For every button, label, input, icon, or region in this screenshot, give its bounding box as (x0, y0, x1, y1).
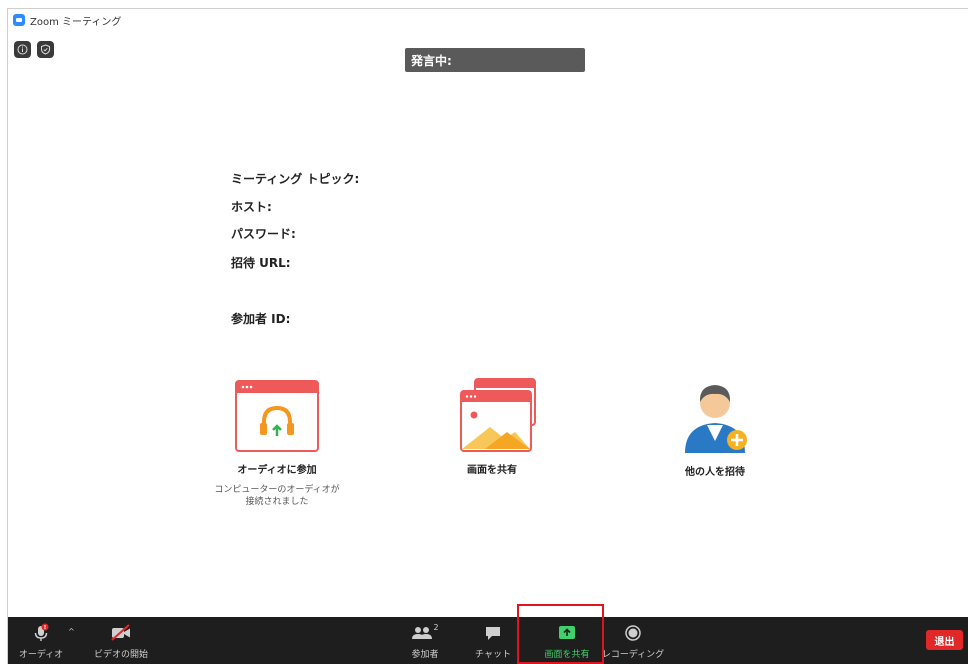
invite-person-icon (685, 385, 747, 453)
start-video-button[interactable]: ビデオの開始 (86, 617, 156, 664)
participants-icon-group: 2 (411, 623, 439, 643)
record-button[interactable]: レコーディング (598, 617, 668, 664)
zoom-meeting-window: Zoom ミーティング 発言中: ミーティング トピック: ホスト: パスワード… (7, 8, 968, 664)
headphones-icon (235, 380, 319, 452)
share-screen-icon (460, 378, 536, 452)
invite-url-label: 招待 URL: (231, 256, 291, 270)
video-off-icon (111, 624, 130, 641)
participants-label: 参加者 (411, 650, 439, 660)
meeting-toolbar: オーディオ ^ ビデオの開始 2 参加者 チャット 画面を共有 レコーディング … (8, 617, 968, 664)
host-label: ホスト: (231, 200, 272, 214)
start-video-label: ビデオの開始 (93, 650, 148, 660)
participants-count: 2 (433, 623, 439, 632)
invite-action[interactable]: 他の人を招待 (660, 375, 770, 478)
audio-label: オーディオ (18, 650, 64, 660)
participants-button[interactable]: 2 参加者 (403, 617, 447, 664)
join-audio-label: オーディオに参加 (237, 465, 317, 476)
record-icon (625, 625, 641, 641)
share-screen-label: 画面を共有 (467, 465, 517, 476)
share-screen-action[interactable]: 画面を共有 (432, 377, 552, 476)
zoom-logo-icon (13, 14, 25, 26)
record-label: レコーディング (601, 650, 665, 660)
join-audio-action[interactable]: オーディオに参加 コンピューターのオーディオが 接続されました (207, 379, 347, 508)
audio-status-line-2: 接続されました (245, 497, 309, 507)
shield-icon[interactable] (37, 41, 54, 58)
speaking-banner: 発言中: (405, 48, 585, 72)
invite-label: 他の人を招待 (685, 467, 745, 478)
audio-options-caret-icon[interactable]: ^ (68, 627, 75, 636)
meeting-topic-label: ミーティング トピック: (231, 172, 360, 186)
microphone-icon (34, 623, 49, 641)
chat-button[interactable]: チャット (473, 617, 513, 664)
top-icon-group (14, 41, 54, 58)
info-icon[interactable] (14, 41, 31, 58)
leave-meeting-button[interactable]: 退出 (926, 630, 963, 650)
title-bar: Zoom ミーティング (8, 9, 968, 31)
password-label: パスワード: (231, 227, 296, 241)
audio-button[interactable]: オーディオ (16, 617, 66, 664)
chat-icon (486, 627, 500, 640)
audio-status-line-1: コンピューターのオーディオが (214, 485, 340, 495)
participants-icon (412, 627, 433, 639)
participant-id-label: 参加者 ID: (231, 312, 291, 326)
share-screen-highlight-box (517, 604, 604, 664)
audio-connected-status: コンピューターのオーディオが 接続されました (214, 484, 339, 508)
window-title: Zoom ミーティング (30, 16, 122, 28)
chat-label: チャット (475, 650, 511, 660)
